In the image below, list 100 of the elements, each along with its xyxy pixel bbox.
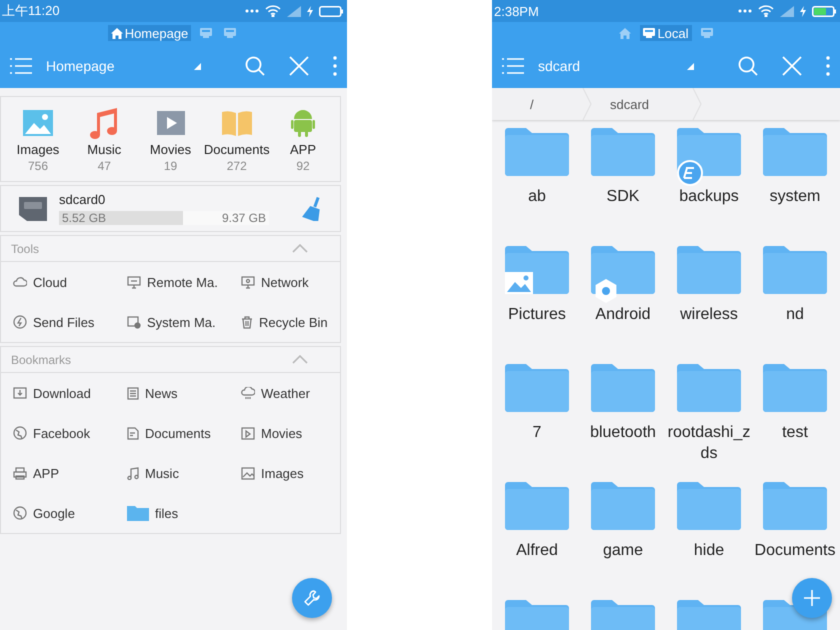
section-item[interactable]: Download <box>33 386 91 400</box>
window-icon <box>643 28 656 38</box>
wrench-icon <box>303 589 321 607</box>
status-time: 上午11:20 <box>2 2 60 20</box>
window-icon <box>224 28 236 38</box>
used-space: 5.52 GB <box>62 211 106 225</box>
section-item[interactable]: News <box>145 386 178 400</box>
folder-name: game <box>602 541 644 561</box>
section-item[interactable]: Images <box>261 466 304 480</box>
section-item[interactable]: Remote Ma. <box>147 274 218 290</box>
folder-icon[interactable] <box>591 128 655 176</box>
category-label[interactable]: APP <box>290 142 316 157</box>
es-badge-icon <box>677 160 703 186</box>
home-icon <box>110 28 123 38</box>
android-icon <box>291 109 315 137</box>
folder-icon[interactable] <box>591 246 655 294</box>
breadcrumb-item[interactable]: / <box>492 96 582 112</box>
folder-name: rootdashi_zds <box>666 423 752 464</box>
folder-name: bluetooth <box>589 423 657 443</box>
folder-name: SDK <box>606 187 640 207</box>
storage-card[interactable]: sdcard0 5.52 GB 9.37 GB <box>0 185 341 232</box>
category-label[interactable]: Movies <box>150 142 192 157</box>
window-tab[interactable]: Local <box>640 25 692 41</box>
breadcrumb-item[interactable]: sdcard <box>592 96 692 112</box>
folder-name: backups <box>678 187 740 207</box>
storage-name: sdcard0 <box>59 192 106 207</box>
picture-frame-icon <box>241 466 255 480</box>
folder-icon[interactable] <box>763 364 827 412</box>
folder-icon[interactable] <box>591 364 655 412</box>
dropdown-corner-icon <box>194 62 201 70</box>
section-item[interactable]: Facebook <box>33 426 90 440</box>
picture-icon <box>23 110 53 136</box>
tools-button[interactable] <box>292 578 332 618</box>
folder-icon[interactable] <box>763 482 827 530</box>
category-count: 756 <box>28 159 48 173</box>
folder-icon[interactable] <box>677 246 741 294</box>
folder-name: wireless <box>679 305 739 325</box>
category-count: 19 <box>164 159 178 173</box>
section-item[interactable]: Send Files <box>33 314 94 330</box>
music-note-icon <box>89 107 120 139</box>
section-item[interactable]: Weather <box>261 386 310 400</box>
cloud-icon <box>13 276 27 288</box>
folder-name: 7 <box>532 423 542 443</box>
window-icon <box>200 28 212 38</box>
folder-name: system <box>768 187 822 207</box>
section-item[interactable]: Network <box>261 274 309 290</box>
folder-icon[interactable] <box>505 364 569 412</box>
more-dots-icon <box>245 8 259 14</box>
more-dots-icon <box>738 8 752 14</box>
folder-icon[interactable] <box>763 246 827 294</box>
folder-name: Alfred <box>515 541 559 561</box>
folder-name: nd <box>785 305 805 325</box>
category-label[interactable]: Music <box>87 142 122 157</box>
add-button[interactable] <box>792 578 832 618</box>
section-item[interactable]: Documents <box>145 426 211 440</box>
section-item[interactable]: Recycle Bin <box>259 314 328 330</box>
crumb-separator-icon <box>582 88 592 120</box>
cloud-rain-icon <box>241 386 255 400</box>
folder-name: Android <box>594 305 652 325</box>
section-item[interactable]: System Ma. <box>147 314 216 330</box>
document-icon <box>127 386 139 400</box>
printer-icon <box>13 466 27 480</box>
globe-icon <box>13 506 27 520</box>
battery-icon <box>812 6 836 16</box>
signal-icon <box>287 6 301 16</box>
globe-icon <box>13 426 27 440</box>
section-item[interactable]: Movies <box>261 426 302 440</box>
folder-icon[interactable] <box>677 482 741 530</box>
category-label[interactable]: Images <box>16 142 60 157</box>
category-count: 92 <box>296 159 310 173</box>
section-item[interactable]: Google <box>33 506 75 520</box>
category-label[interactable]: Documents <box>204 142 270 157</box>
document-icon <box>127 426 139 440</box>
section-item[interactable]: Music <box>145 466 179 480</box>
signal-icon <box>780 6 794 16</box>
folder-name: ab <box>527 187 547 207</box>
folder-name: hide <box>692 541 726 561</box>
section-item[interactable]: Cloud <box>33 274 67 290</box>
folder-icon[interactable] <box>591 482 655 530</box>
section-item[interactable]: files <box>155 506 178 520</box>
dropdown-corner-icon <box>687 62 694 70</box>
monitor-icon <box>127 276 141 288</box>
trash-icon <box>241 316 253 328</box>
folder-icon[interactable] <box>505 482 569 530</box>
section-item[interactable]: APP <box>33 466 60 480</box>
window-tab[interactable]: Homepage <box>108 25 192 41</box>
folder-icon[interactable] <box>505 128 569 176</box>
section-title: Bookmarks <box>11 352 72 366</box>
play-icon <box>156 111 184 135</box>
folder-icon[interactable] <box>763 128 827 176</box>
folder-icon[interactable] <box>677 364 741 412</box>
folder-name: Pictures <box>507 305 567 325</box>
folder-name: test <box>781 423 809 443</box>
wifi-icon <box>265 5 281 17</box>
battery-icon <box>319 6 343 16</box>
charging-icon <box>307 6 313 16</box>
section-title: Tools <box>11 242 40 256</box>
charging-icon <box>800 6 806 16</box>
home-icon <box>619 28 632 38</box>
monitor-icon <box>241 276 255 288</box>
